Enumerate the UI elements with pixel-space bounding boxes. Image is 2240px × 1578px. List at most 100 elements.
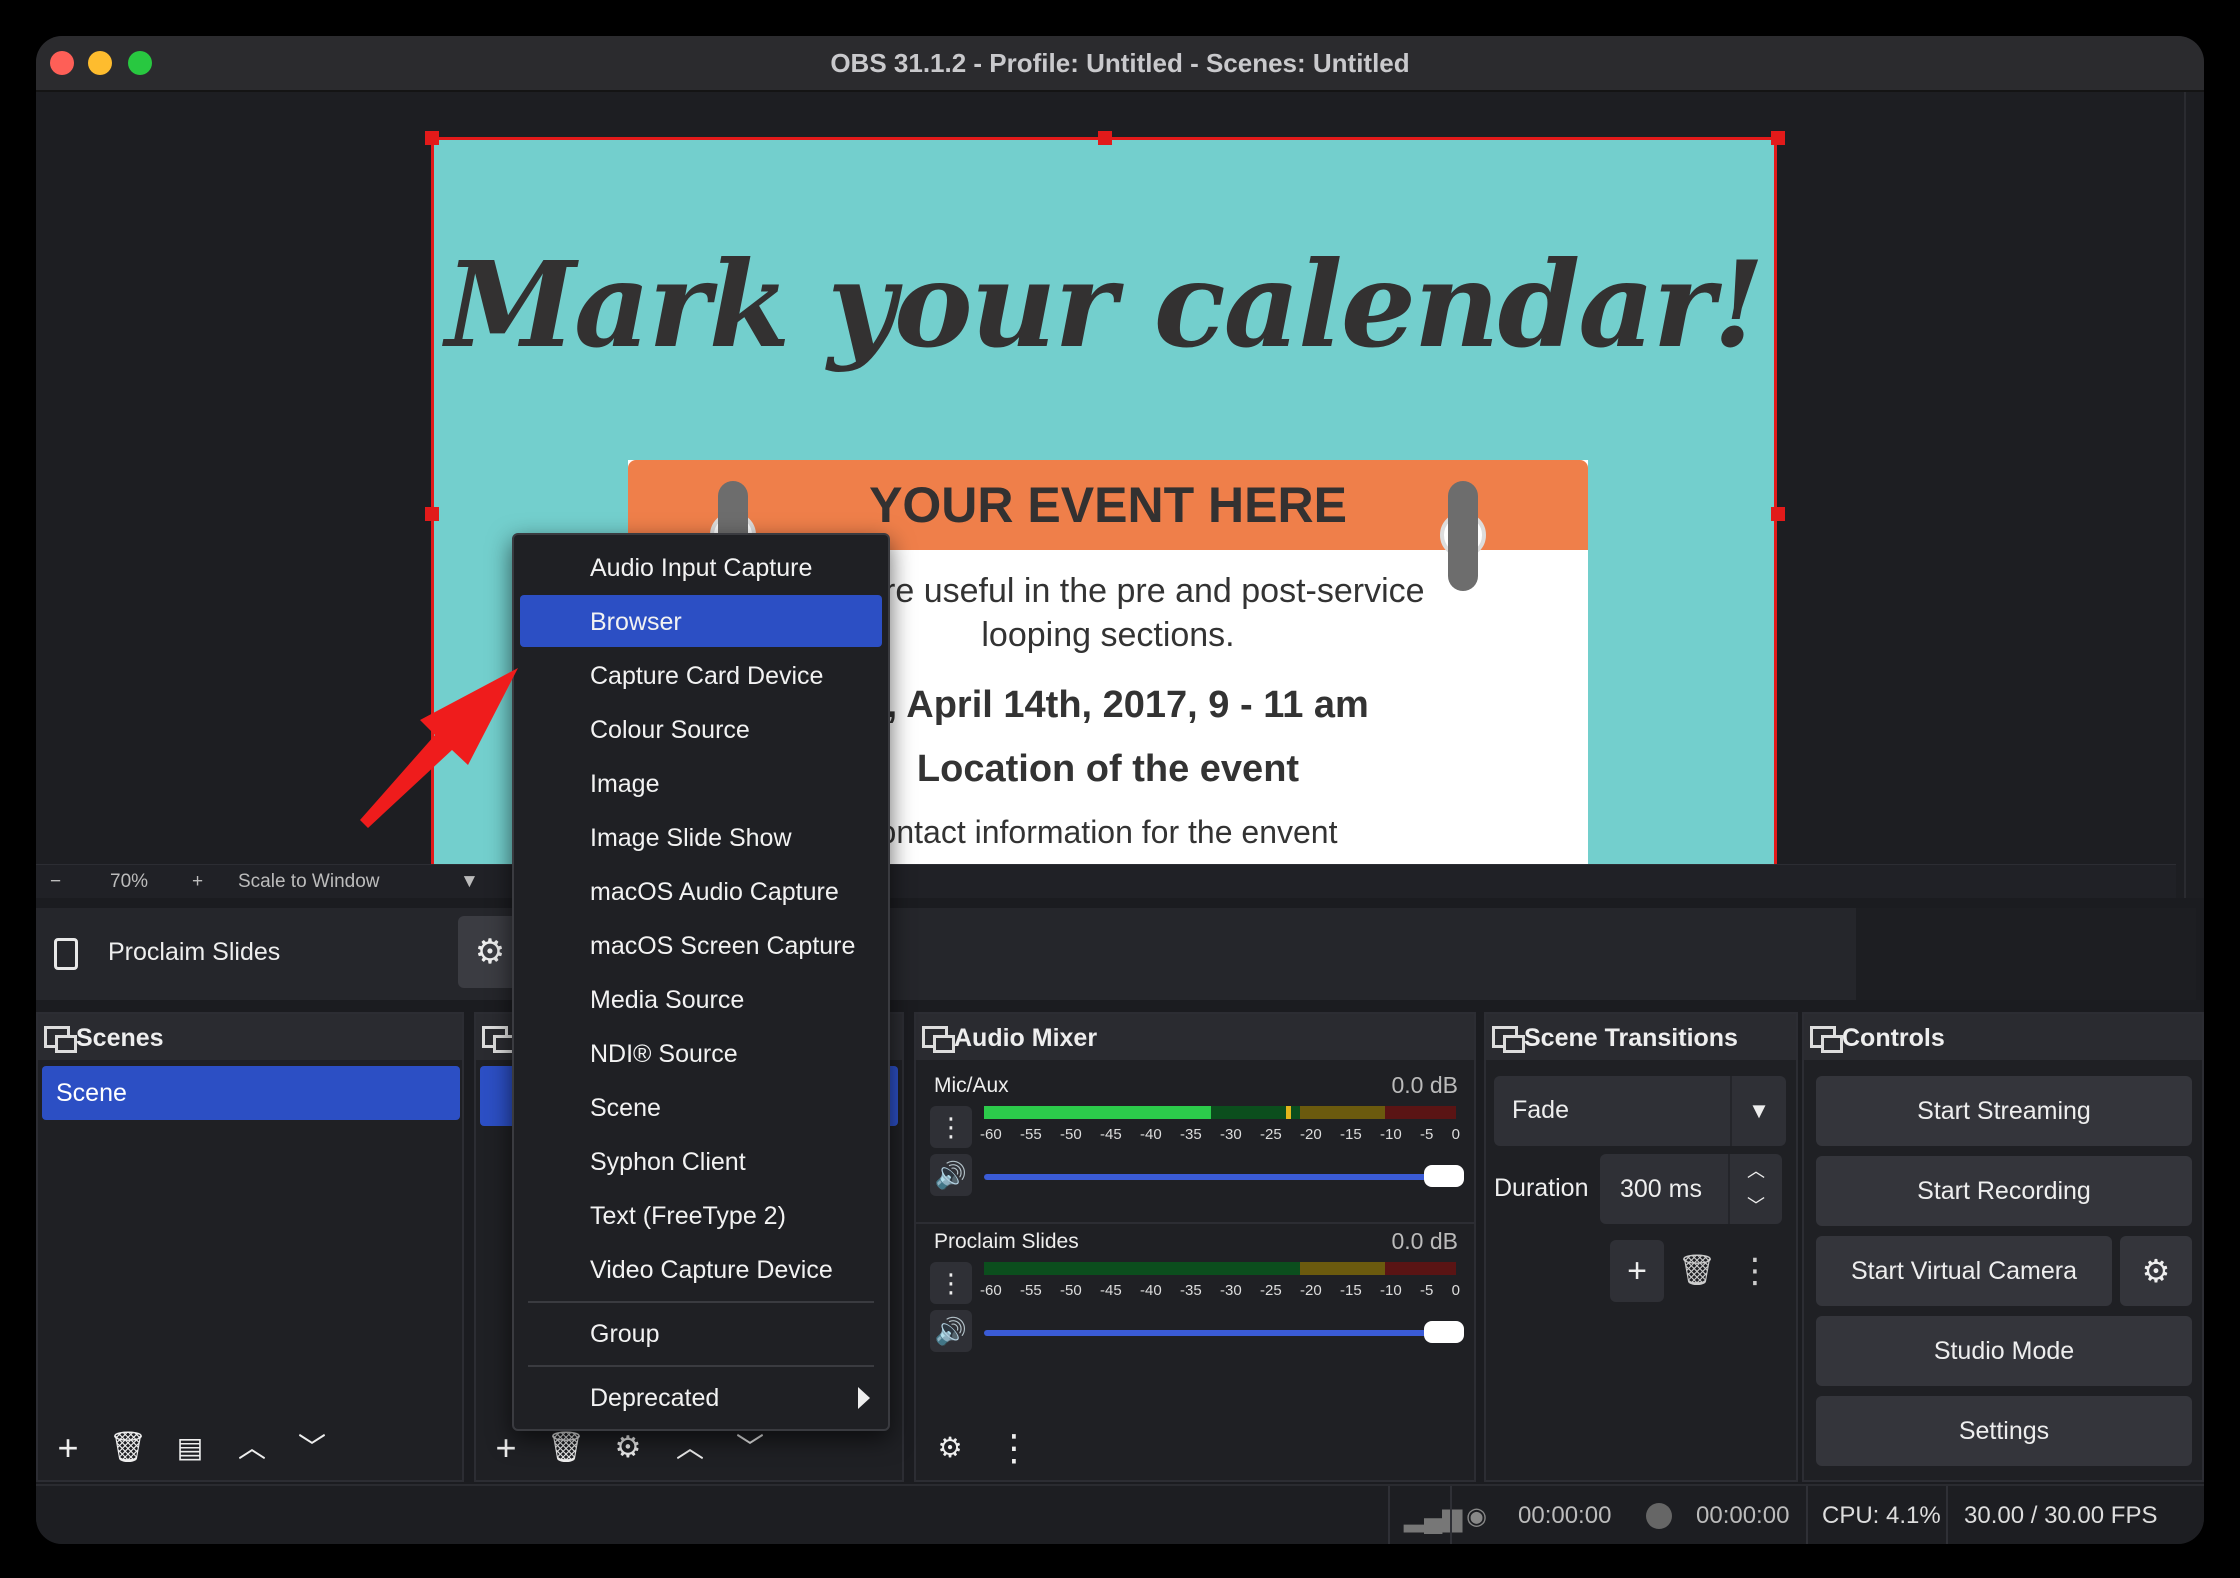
mixer-menu-kebab-icon[interactable]: ⋮ xyxy=(994,1428,1034,1468)
track-options-kebab-icon[interactable]: ⋮ xyxy=(930,1106,972,1148)
volume-slider[interactable] xyxy=(984,1321,1464,1343)
document-icon xyxy=(54,938,78,970)
menu-separator xyxy=(528,1301,874,1303)
source-toolbar-panel: Proclaim Slides ⚙ xyxy=(36,908,1856,1000)
preview-scrollbar[interactable] xyxy=(2184,92,2204,898)
menu-item-syphon-client[interactable]: Syphon Client xyxy=(520,1135,882,1187)
resize-handle-right[interactable] xyxy=(1771,507,1785,521)
mixer-separator xyxy=(916,1222,1474,1224)
mixer-track-db: 0.0 dB xyxy=(1391,1228,1459,1254)
meter-scale: -60 -55 -50 -45 -40 -35 -30 -25 -20 -15 -10 -5 0 xyxy=(980,1126,1460,1143)
volume-slider-knob[interactable] xyxy=(1424,1165,1464,1187)
start-streaming-button[interactable]: Start Streaming xyxy=(1816,1076,2192,1146)
transition-select[interactable]: Fade ▼ xyxy=(1494,1076,1786,1146)
volume-meter xyxy=(984,1262,1456,1275)
scenes-dock-header: Scenes xyxy=(38,1014,462,1060)
scene-list-item[interactable]: Scene xyxy=(42,1066,460,1120)
transition-properties-kebab-icon[interactable]: ⋮ xyxy=(1728,1240,1782,1302)
selected-source-name: Proclaim Slides xyxy=(108,938,281,966)
dock-float-icon[interactable] xyxy=(1810,1026,1843,1053)
zoom-out-button[interactable]: − xyxy=(50,871,61,893)
annotation-arrow-icon xyxy=(360,668,518,828)
source-properties-gear-icon[interactable]: ⚙ xyxy=(608,1428,648,1468)
stream-time: 00:00:00 xyxy=(1518,1502,1612,1529)
menu-item-scene[interactable]: Scene xyxy=(520,1081,882,1133)
dock-float-icon[interactable] xyxy=(482,1026,515,1053)
status-separator xyxy=(1450,1486,1452,1544)
resize-handle-top-right[interactable] xyxy=(1771,131,1785,145)
start-recording-button[interactable]: Start Recording xyxy=(1816,1156,2192,1226)
mute-speaker-icon[interactable]: 🔊 xyxy=(930,1310,972,1352)
advanced-audio-gears-icon[interactable]: ⚙ xyxy=(930,1428,970,1468)
increment-chevron-up-icon[interactable]: ︿ xyxy=(1730,1154,1782,1189)
start-virtual-camera-button[interactable]: Start Virtual Camera xyxy=(1816,1236,2112,1306)
duration-label: Duration xyxy=(1494,1174,1589,1202)
move-source-down-chevron-icon[interactable]: ﹀ xyxy=(730,1428,770,1468)
controls-title: Controls xyxy=(1842,1024,1945,1052)
fps-readout: 30.00 / 30.00 FPS xyxy=(1964,1502,2158,1529)
zoom-in-button[interactable]: + xyxy=(192,871,203,893)
dock-float-icon[interactable] xyxy=(44,1026,77,1053)
duration-value: 300 ms xyxy=(1620,1175,1702,1203)
add-transition-plus-icon[interactable]: + xyxy=(1610,1240,1664,1302)
menu-item-video-capture-device[interactable]: Video Capture Device xyxy=(520,1243,882,1295)
menu-item-audio-input-capture[interactable]: Audio Input Capture xyxy=(520,541,882,593)
dock-float-icon[interactable] xyxy=(922,1026,955,1053)
title-bar: OBS 31.1.2 - Profile: Untitled - Scenes:… xyxy=(36,36,2204,92)
audio-mixer-title: Audio Mixer xyxy=(954,1024,1098,1052)
move-source-up-chevron-icon[interactable]: ︿ xyxy=(670,1428,710,1468)
resize-handle-top[interactable] xyxy=(1098,131,1112,145)
scene-filters-icon[interactable]: ▤ xyxy=(170,1428,210,1468)
audio-mixer-header: Audio Mixer xyxy=(916,1014,1474,1060)
duration-input[interactable]: 300 ms ︿ ﹀ xyxy=(1600,1154,1782,1224)
move-scene-up-chevron-icon[interactable]: ︿ xyxy=(232,1428,272,1468)
scene-transitions-header: Scene Transitions xyxy=(1486,1014,1796,1060)
menu-item-group[interactable]: Group xyxy=(520,1307,882,1359)
mixer-track-name: Mic/Aux xyxy=(934,1074,1009,1097)
mute-speaker-icon[interactable]: 🔊 xyxy=(930,1154,972,1196)
menu-item-capture-card-device[interactable]: Capture Card Device xyxy=(520,649,882,701)
streaming-indicator-icon: ◉ xyxy=(1466,1503,1487,1530)
duration-stepper[interactable]: ︿ ﹀ xyxy=(1728,1154,1782,1224)
add-source-plus-icon[interactable]: + xyxy=(486,1428,526,1468)
menu-item-browser[interactable]: Browser xyxy=(520,595,882,647)
remove-source-trash-icon[interactable]: 🗑 xyxy=(546,1428,586,1468)
dock-float-icon[interactable] xyxy=(1492,1026,1525,1053)
menu-item-image[interactable]: Image xyxy=(520,757,882,809)
volume-slider-knob[interactable] xyxy=(1424,1321,1464,1343)
scale-mode-label[interactable]: Scale to Window xyxy=(238,871,380,893)
scenes-toolbar: + 🗑 ▤ ︿ ﹀ xyxy=(38,1414,462,1480)
move-scene-down-chevron-icon[interactable]: ﹀ xyxy=(292,1428,332,1468)
network-signal-icon: ▂▄▆ xyxy=(1404,1502,1463,1532)
meter-scale: -60 -55 -50 -45 -40 -35 -30 -25 -20 -15 -10 -5 0 xyxy=(980,1282,1460,1299)
remove-transition-trash-icon[interactable]: 🗑 xyxy=(1670,1240,1724,1302)
track-options-kebab-icon[interactable]: ⋮ xyxy=(930,1262,972,1304)
audio-mixer-toolbar: ⚙ ⋮ xyxy=(916,1414,1474,1480)
menu-item-media-source[interactable]: Media Source xyxy=(520,973,882,1025)
resize-handle-top-left[interactable] xyxy=(425,131,439,145)
slide-title: Mark your calendar! xyxy=(445,235,1764,374)
settings-button[interactable]: Settings xyxy=(1816,1396,2192,1466)
menu-item-text-freetype[interactable]: Text (FreeType 2) xyxy=(520,1189,882,1241)
menu-item-ndi-source[interactable]: NDI® Source xyxy=(520,1027,882,1079)
add-source-context-menu: Audio Input Capture Browser Capture Card… xyxy=(512,533,890,1431)
menu-item-deprecated[interactable]: Deprecated xyxy=(520,1371,882,1423)
add-scene-plus-icon[interactable]: + xyxy=(48,1428,88,1468)
menu-item-image-slide-show[interactable]: Image Slide Show xyxy=(520,811,882,863)
volume-meter xyxy=(984,1106,1456,1119)
volume-slider[interactable] xyxy=(984,1165,1464,1187)
resize-handle-left[interactable] xyxy=(425,507,439,521)
window-title: OBS 31.1.2 - Profile: Untitled - Scenes:… xyxy=(830,48,1410,78)
zoom-value: 70% xyxy=(110,871,149,892)
chevron-down-icon[interactable]: ▼ xyxy=(1730,1076,1786,1146)
virtual-camera-settings-gear-icon[interactable]: ⚙ xyxy=(2120,1236,2192,1306)
decrement-chevron-down-icon[interactable]: ﹀ xyxy=(1730,1189,1782,1224)
studio-mode-button[interactable]: Studio Mode xyxy=(1816,1316,2192,1386)
menu-item-macos-audio-capture[interactable]: macOS Audio Capture xyxy=(520,865,882,917)
scale-mode-dropdown-icon[interactable]: ▼ xyxy=(460,871,479,893)
remove-scene-trash-icon[interactable]: 🗑 xyxy=(108,1428,148,1468)
menu-item-macos-screen-capture[interactable]: macOS Screen Capture xyxy=(520,919,882,971)
menu-item-colour-source[interactable]: Colour Source xyxy=(520,703,882,755)
source-toolbar: Proclaim Slides ⚙ xyxy=(36,908,2196,1000)
zoom-bar: − 70% + Scale to Window ▼ xyxy=(36,864,2176,898)
